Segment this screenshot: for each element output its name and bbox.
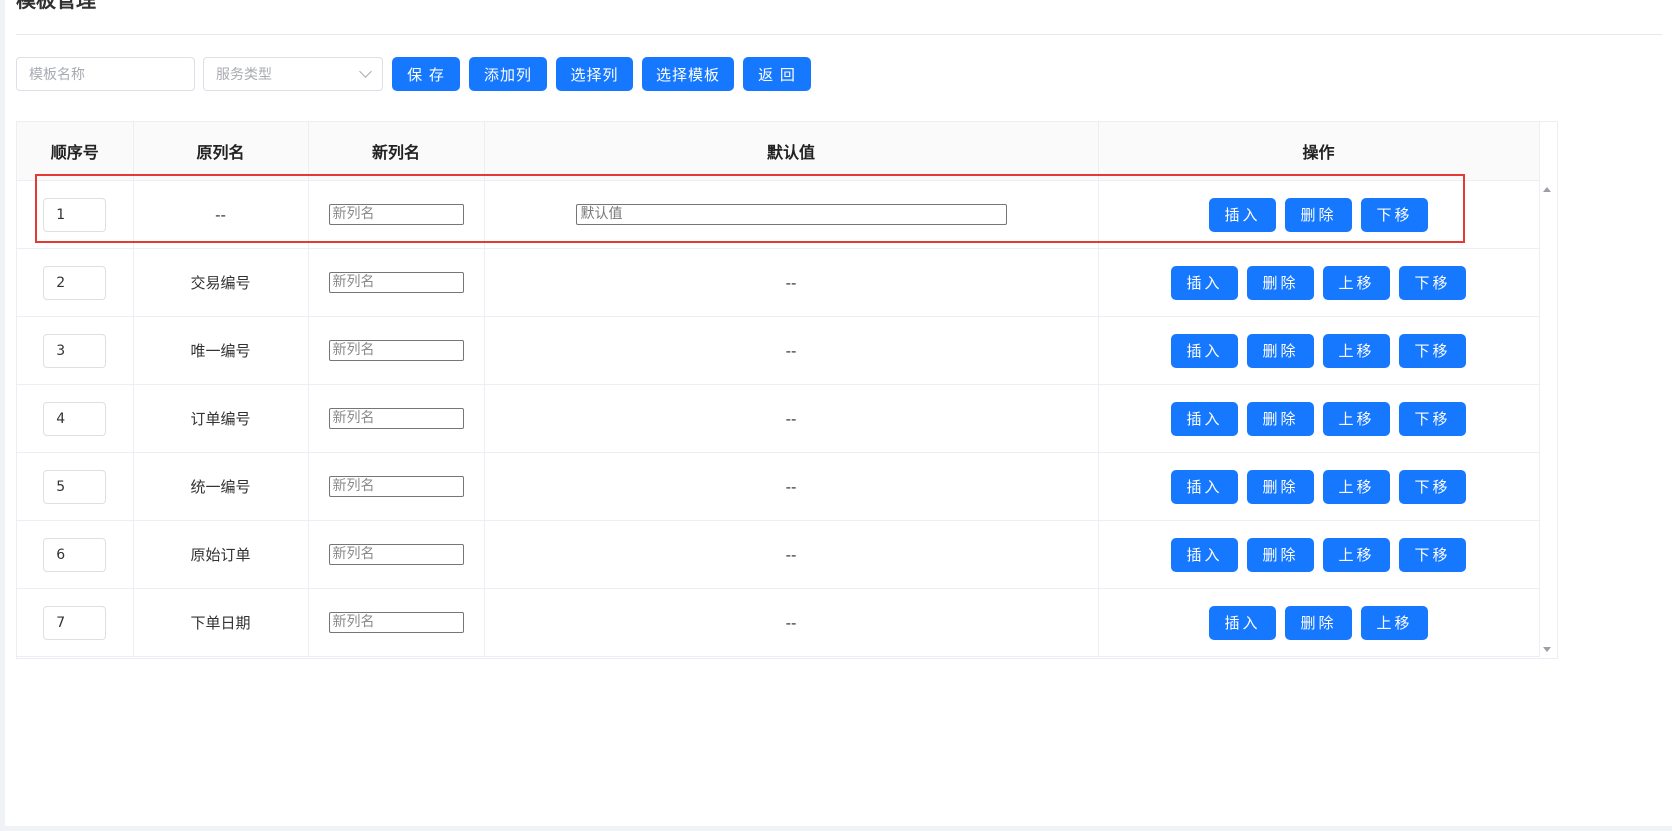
default-value-input[interactable]: 默认值 bbox=[575, 204, 1007, 225]
delete-button[interactable]: 删除 bbox=[1247, 333, 1314, 368]
column-table: 顺序号 原列名 新列名 默认值 操作 1 -- 新列名 默认值 插入 删除 下移… bbox=[16, 121, 1558, 659]
move-up-button[interactable]: 上移 bbox=[1323, 333, 1390, 368]
header-seq: 顺序号 bbox=[17, 122, 134, 181]
seq-input[interactable]: 4 bbox=[43, 401, 107, 436]
move-up-button[interactable]: 上移 bbox=[1323, 265, 1390, 300]
original-name: -- bbox=[133, 180, 309, 249]
insert-button[interactable]: 插入 bbox=[1171, 333, 1238, 368]
original-name: 唯一编号 bbox=[133, 316, 309, 385]
new-name-input[interactable]: 新列名 bbox=[328, 340, 464, 361]
insert-button[interactable]: 插入 bbox=[1171, 265, 1238, 300]
select-column-button[interactable]: 选择列 bbox=[556, 57, 633, 91]
scroll-up-icon[interactable] bbox=[1543, 187, 1551, 192]
new-name-input[interactable]: 新列名 bbox=[328, 204, 464, 225]
delete-button[interactable]: 删除 bbox=[1285, 197, 1352, 232]
move-up-button[interactable]: 上移 bbox=[1361, 605, 1428, 640]
insert-button[interactable]: 插入 bbox=[1209, 197, 1276, 232]
table-row: 1 -- 新列名 默认值 插入 删除 下移 bbox=[17, 180, 1540, 249]
default-value: -- bbox=[484, 452, 1099, 521]
row-actions: 插入 删除 上移 下移 bbox=[1099, 469, 1539, 504]
original-name: 下单日期 bbox=[133, 588, 309, 657]
original-name: 统一编号 bbox=[133, 452, 309, 521]
table-row: 7 下单日期 新列名 -- 插入 删除 上移 bbox=[17, 588, 1540, 657]
move-down-button[interactable]: 下移 bbox=[1399, 469, 1466, 504]
chevron-down-icon bbox=[359, 65, 372, 78]
new-name-input[interactable]: 新列名 bbox=[328, 476, 464, 497]
move-up-button[interactable]: 上移 bbox=[1323, 401, 1390, 436]
insert-button[interactable]: 插入 bbox=[1171, 401, 1238, 436]
insert-button[interactable]: 插入 bbox=[1171, 537, 1238, 572]
table-row: 4 订单编号 新列名 -- 插入 删除 上移 下移 bbox=[17, 384, 1540, 453]
service-type-select[interactable]: 服务类型 bbox=[203, 57, 383, 91]
insert-button[interactable]: 插入 bbox=[1209, 605, 1276, 640]
row-actions: 插入 删除 上移 下移 bbox=[1099, 537, 1539, 572]
new-name-input[interactable]: 新列名 bbox=[328, 272, 464, 293]
move-down-button[interactable]: 下移 bbox=[1399, 265, 1466, 300]
seq-input[interactable]: 2 bbox=[43, 265, 107, 300]
save-button[interactable]: 保 存 bbox=[392, 57, 460, 91]
seq-input[interactable]: 6 bbox=[43, 537, 107, 572]
table-row: 2 交易编号 新列名 -- 插入 删除 上移 下移 bbox=[17, 248, 1540, 317]
delete-button[interactable]: 删除 bbox=[1285, 605, 1352, 640]
move-up-button[interactable]: 上移 bbox=[1323, 469, 1390, 504]
header-default-value: 默认值 bbox=[484, 122, 1099, 181]
default-value: -- bbox=[484, 588, 1099, 657]
move-down-button[interactable]: 下移 bbox=[1399, 333, 1466, 368]
insert-button[interactable]: 插入 bbox=[1171, 469, 1238, 504]
service-type-placeholder: 服务类型 bbox=[216, 67, 272, 83]
original-name: 原始订单 bbox=[133, 520, 309, 589]
new-name-input[interactable]: 新列名 bbox=[328, 408, 464, 429]
seq-input[interactable]: 1 bbox=[43, 197, 107, 232]
row-actions: 插入 删除 上移 下移 bbox=[1099, 333, 1539, 368]
select-template-button[interactable]: 选择模板 bbox=[642, 57, 734, 91]
seq-input[interactable]: 7 bbox=[43, 605, 107, 640]
row-actions: 插入 删除 上移 下移 bbox=[1099, 265, 1539, 300]
table-row: 3 唯一编号 新列名 -- 插入 删除 上移 下移 bbox=[17, 316, 1540, 385]
seq-input[interactable]: 5 bbox=[43, 469, 107, 504]
move-down-button[interactable]: 下移 bbox=[1399, 401, 1466, 436]
row-actions: 插入 删除 下移 bbox=[1099, 197, 1539, 232]
row-actions: 插入 删除 上移 下移 bbox=[1099, 401, 1539, 436]
template-name-placeholder: 模板名称 bbox=[29, 67, 85, 83]
page-title: 模板管理 bbox=[16, 0, 96, 12]
new-name-input[interactable]: 新列名 bbox=[328, 544, 464, 565]
delete-button[interactable]: 删除 bbox=[1247, 469, 1314, 504]
seq-input[interactable]: 3 bbox=[43, 333, 107, 368]
scroll-down-icon[interactable] bbox=[1543, 647, 1551, 652]
move-down-button[interactable]: 下移 bbox=[1361, 197, 1428, 232]
move-down-button[interactable]: 下移 bbox=[1399, 537, 1466, 572]
table-row: 5 统一编号 新列名 -- 插入 删除 上移 下移 bbox=[17, 452, 1540, 521]
toolbar: 模板名称 服务类型 保 存 添加列 选择列 选择模板 返 回 bbox=[16, 57, 811, 91]
template-name-input[interactable]: 模板名称 bbox=[16, 57, 195, 91]
default-value: -- bbox=[484, 248, 1099, 317]
default-value: -- bbox=[484, 316, 1099, 385]
delete-button[interactable]: 删除 bbox=[1247, 401, 1314, 436]
table-row: 6 原始订单 新列名 -- 插入 删除 上移 下移 bbox=[17, 520, 1540, 589]
row-actions: 插入 删除 上移 bbox=[1099, 605, 1539, 640]
table-header-row: 顺序号 原列名 新列名 默认值 操作 bbox=[17, 122, 1540, 181]
delete-button[interactable]: 删除 bbox=[1247, 537, 1314, 572]
original-name: 订单编号 bbox=[133, 384, 309, 453]
header-original-name: 原列名 bbox=[133, 122, 309, 181]
original-name: 交易编号 bbox=[133, 248, 309, 317]
delete-button[interactable]: 删除 bbox=[1247, 265, 1314, 300]
default-value: -- bbox=[484, 384, 1099, 453]
new-name-input[interactable]: 新列名 bbox=[328, 612, 464, 633]
move-up-button[interactable]: 上移 bbox=[1323, 537, 1390, 572]
default-value: -- bbox=[484, 520, 1099, 589]
add-column-button[interactable]: 添加列 bbox=[469, 57, 547, 91]
back-button[interactable]: 返 回 bbox=[743, 57, 811, 91]
table-scrollbar[interactable] bbox=[1539, 180, 1556, 659]
header-new-name: 新列名 bbox=[308, 122, 485, 181]
title-divider bbox=[16, 34, 1662, 35]
header-action: 操作 bbox=[1098, 122, 1540, 181]
